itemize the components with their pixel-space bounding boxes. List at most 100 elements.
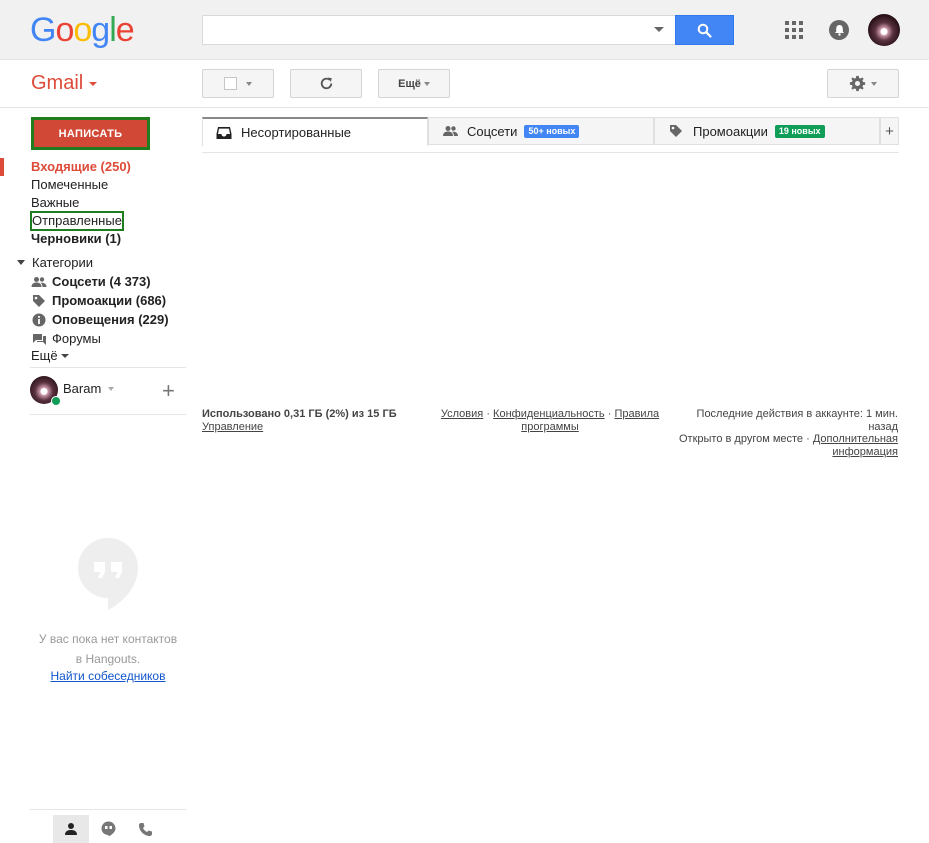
sidebar-item-forums[interactable]: Форумы: [31, 330, 101, 348]
sidebar-more-link[interactable]: Ещё: [31, 348, 69, 363]
sidebar-item-sent[interactable]: Отправленные: [30, 211, 124, 231]
person-icon: [65, 823, 77, 835]
terms-link[interactable]: Условия: [441, 408, 483, 420]
chevron-down-icon: [246, 81, 252, 86]
divider: [30, 414, 186, 415]
details-link[interactable]: Дополнительная: [813, 433, 898, 445]
separator-dot: ·: [607, 408, 612, 420]
gmail-label: Gmail: [31, 72, 84, 94]
search-options-chevron-icon[interactable]: [654, 27, 664, 32]
hangouts-empty-line: У вас пока нет контактов: [38, 632, 178, 646]
info-icon: [31, 312, 47, 328]
chevron-down-icon: [108, 386, 115, 391]
people-icon: [31, 274, 47, 290]
top-bar: Google: [0, 0, 929, 60]
last-activity-line: назад: [868, 420, 898, 433]
new-count-badge: 50+ новых: [524, 124, 580, 138]
sidebar-item-promotions[interactable]: Промоакции (686): [31, 292, 166, 310]
tag-icon: [667, 123, 685, 139]
categories-toggle[interactable]: Категории: [17, 255, 93, 270]
compose-button[interactable]: НАПИСАТЬ: [31, 117, 150, 150]
sidebar-item-label: Оповещения (229): [52, 312, 169, 327]
gmail-menu[interactable]: Gmail: [31, 72, 98, 95]
find-contacts-link[interactable]: Найти собеседников: [30, 669, 186, 683]
sidebar-more-label: Ещё: [31, 348, 58, 363]
more-actions-button[interactable]: Ещё: [378, 69, 450, 98]
checkbox-icon: [224, 77, 237, 90]
phone-tab[interactable]: [127, 815, 163, 843]
logo-letter: g: [91, 11, 110, 49]
phone-icon: [138, 822, 152, 836]
chevron-down-icon: [871, 81, 877, 86]
hangouts-bottom-bar: [30, 809, 186, 843]
hangouts-chat-tab[interactable]: [90, 815, 126, 843]
divider: [30, 367, 186, 368]
user-menu[interactable]: Baram: [63, 381, 115, 396]
new-conversation-plus-icon[interactable]: +: [162, 380, 175, 402]
notifications-bell-icon[interactable]: [829, 20, 849, 40]
chevron-down-icon: [60, 353, 69, 358]
opened-elsewhere: Открыто в другом месте: [679, 433, 804, 445]
inbox-icon: [215, 125, 233, 141]
contacts-tab[interactable]: [53, 815, 89, 843]
account-activity: Последние действия в аккаунте: 1 мин. на…: [668, 408, 898, 458]
logo-letter: o: [55, 11, 74, 49]
sidebar-item-updates[interactable]: Оповещения (229): [31, 311, 169, 329]
hangouts-icon: [101, 821, 115, 837]
tag-icon: [31, 293, 47, 309]
separator-dot: ·: [806, 433, 810, 445]
online-status-dot: [51, 396, 61, 406]
sidebar-item-social[interactable]: Соцсети (4 373): [31, 273, 151, 291]
active-folder-indicator: [0, 158, 4, 176]
categories-label: Категории: [32, 255, 93, 270]
category-tabs: Несортированные Соцсети 50+ новых Промоа…: [202, 117, 899, 153]
policy-links: Условия · Конфиденциальность · Правила п…: [430, 408, 670, 433]
logo-letter: o: [73, 11, 92, 49]
hangouts-quote-icon: [78, 538, 138, 610]
hangouts-empty-line: в Hangouts.: [75, 651, 141, 666]
forum-icon: [31, 331, 47, 347]
sidebar-item-inbox[interactable]: Входящие (250): [31, 158, 131, 176]
tab-primary[interactable]: Несортированные: [202, 117, 428, 146]
refresh-button[interactable]: [290, 69, 362, 98]
user-name: Baram: [63, 381, 102, 396]
search-icon: [697, 23, 712, 38]
last-activity-line: Последние действия в аккаунте: 1 мин.: [696, 408, 898, 420]
sidebar-item-label: Соцсети (4 373): [52, 274, 151, 289]
google-logo[interactable]: Google: [30, 11, 135, 49]
tab-label: Несортированные: [241, 125, 352, 140]
tab-label: Промоакции: [693, 123, 768, 139]
program-policies-link[interactable]: Правила: [614, 408, 659, 420]
search-input[interactable]: [202, 15, 675, 45]
search-button[interactable]: [675, 15, 734, 45]
logo-letter: G: [30, 11, 56, 49]
hangouts-empty-text: У вас пока нет контактов в Hangouts.: [30, 630, 186, 669]
refresh-icon: [320, 77, 332, 90]
privacy-link[interactable]: Конфиденциальность: [493, 408, 605, 420]
header-divider: [0, 107, 929, 108]
apps-grid-icon[interactable]: [785, 21, 803, 39]
chevron-down-icon: [423, 81, 430, 86]
more-actions-label: Ещё: [398, 77, 421, 90]
chevron-down-icon: [89, 81, 98, 86]
sidebar-item-drafts[interactable]: Черновики (1): [31, 230, 121, 248]
sidebar-item-important[interactable]: Важные: [31, 194, 79, 212]
manage-storage-link[interactable]: Управление: [202, 421, 263, 433]
sidebar-item-label: Форумы: [52, 331, 101, 346]
tab-promotions[interactable]: Промоакции 19 новых: [654, 117, 880, 145]
program-policies-link-line2[interactable]: программы: [521, 421, 578, 433]
storage-info: Использовано 0,31 ГБ (2%) из 15 ГБ Управ…: [202, 408, 422, 433]
separator-dot: ·: [486, 408, 490, 420]
select-checkbox-button[interactable]: [202, 69, 274, 98]
account-avatar[interactable]: [868, 14, 900, 46]
tab-social[interactable]: Соцсети 50+ новых: [428, 117, 654, 145]
add-tab-plus-icon[interactable]: +: [880, 117, 899, 145]
sidebar-item-label: Промоакции (686): [52, 293, 167, 308]
gear-icon: [849, 75, 866, 92]
details-link-line2[interactable]: информация: [832, 446, 898, 458]
tab-label: Соцсети: [467, 123, 518, 139]
settings-button[interactable]: [827, 69, 899, 98]
compose-label: НАПИСАТЬ: [58, 127, 123, 140]
storage-usage: Использовано 0,31 ГБ (2%) из 15 ГБ: [202, 408, 397, 420]
sidebar-item-starred[interactable]: Помеченные: [31, 176, 108, 194]
